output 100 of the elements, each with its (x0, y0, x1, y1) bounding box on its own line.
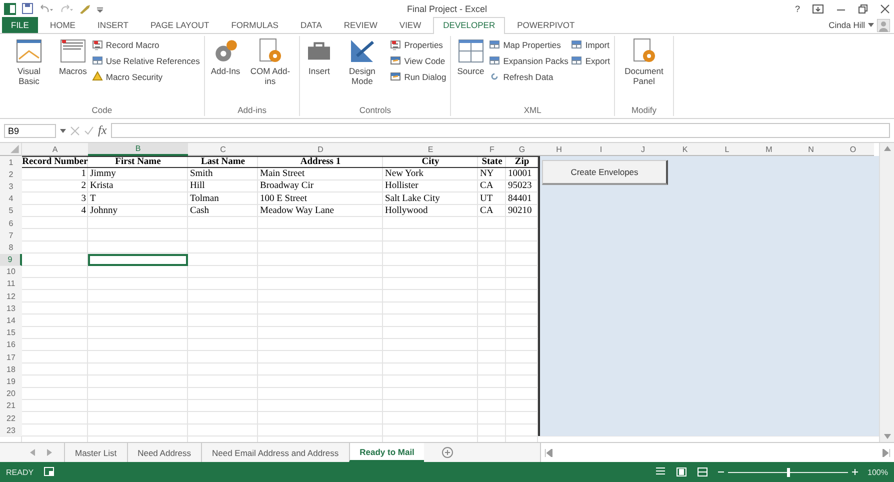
status-text: READY (6, 468, 34, 476)
ribbon-button[interactable]: Record Macro (92, 39, 200, 50)
zoom-level[interactable]: 100% (868, 468, 888, 476)
row-header[interactable]: 1 (0, 156, 22, 168)
ribbon-button[interactable]: Import (571, 39, 610, 50)
ribbon-button[interactable]: Document Panel (618, 36, 669, 105)
dropdown-caret-icon[interactable] (60, 128, 66, 132)
row-header[interactable]: 18 (0, 363, 22, 376)
ribbon-button[interactable]: Insert (304, 36, 334, 105)
help-button[interactable]: ? (794, 4, 800, 14)
scroll-right-icon[interactable] (882, 448, 890, 456)
ribbon-tab[interactable]: REVIEW (334, 17, 388, 33)
name-box[interactable]: B9 (4, 124, 56, 138)
column-header[interactable]: C (188, 143, 258, 156)
column-header[interactable]: F (478, 143, 506, 156)
row-header[interactable]: 15 (0, 326, 22, 339)
ribbon-button[interactable]: Use Relative References (92, 55, 200, 66)
column-header[interactable]: E (383, 143, 478, 156)
column-header[interactable]: D (258, 143, 383, 156)
row-header[interactable]: 6 (0, 216, 22, 230)
ribbon-tab[interactable]: VIEW (389, 17, 432, 33)
brush-icon[interactable] (79, 4, 91, 14)
row-header[interactable]: 16 (0, 338, 22, 351)
scroll-up-icon[interactable] (884, 146, 890, 151)
check-icon[interactable] (84, 126, 94, 136)
row-header[interactable]: 21 (0, 400, 22, 412)
selected-cell[interactable] (88, 254, 188, 266)
ribbon-tab[interactable]: DEVELOPER (433, 17, 506, 34)
ribbon-button[interactable]: Macro Security (92, 71, 200, 82)
ribbon-tab[interactable]: INSERT (87, 17, 138, 33)
ribbon-tab[interactable]: FILE (2, 17, 38, 33)
insert-function-button[interactable]: fx (98, 123, 107, 138)
ribbon-button[interactable]: COM Add-ins (245, 36, 296, 105)
row-header[interactable]: 9 (0, 254, 22, 266)
ribbon-button[interactable]: Source (455, 36, 486, 105)
ribbon-button[interactable]: Design Mode (337, 36, 388, 105)
row-header[interactable]: 5 (0, 204, 22, 217)
ribbon-button[interactable]: Add-Ins (208, 36, 242, 105)
row-header[interactable]: 22 (0, 412, 22, 424)
ribbon-button[interactable]: Map Properties (489, 39, 568, 50)
column-header[interactable]: N (790, 143, 832, 156)
row-header[interactable]: 10 (0, 266, 22, 278)
column-header[interactable]: H (538, 143, 580, 156)
zoom-in-icon[interactable] (852, 469, 858, 475)
ribbon-button[interactable]: Refresh Data (489, 71, 568, 82)
page-break-view-icon[interactable] (696, 467, 708, 477)
ribbon-button[interactable]: Expansion Packs (489, 55, 568, 66)
ribbon-button[interactable]: Properties (390, 39, 446, 50)
column-header[interactable]: J (622, 143, 664, 156)
ribbon-tab[interactable]: POWERPIVOT (507, 17, 585, 33)
row-header[interactable]: 12 (0, 290, 22, 302)
ribbon-tab[interactable]: HOME (40, 17, 86, 33)
create-envelopes-button[interactable]: Create Envelopes (542, 160, 668, 185)
row-header[interactable]: 23 (0, 424, 22, 436)
table-cell-text: 84401 (507, 192, 533, 205)
column-header[interactable]: M (748, 143, 790, 156)
save-icon[interactable] (22, 3, 33, 14)
ribbon-button[interactable]: Export (571, 55, 610, 66)
sheet-tab[interactable]: Ready to Mail (348, 443, 424, 462)
ribbon-button[interactable]: Visual Basic (4, 36, 54, 105)
account-name[interactable]: Cinda Hill (828, 20, 865, 30)
undo-icon[interactable] (39, 4, 53, 14)
caret-icon[interactable] (868, 23, 874, 27)
column-header[interactable]: G (506, 143, 538, 156)
zoom-out-icon[interactable] (718, 469, 724, 475)
ribbon-button[interactable]: Macros (57, 36, 89, 105)
slider-thumb[interactable] (786, 468, 790, 476)
scroll-down-icon[interactable] (884, 434, 890, 439)
page-layout-view-icon[interactable] (676, 467, 687, 477)
restore-icon[interactable] (858, 4, 868, 14)
ribbon-button[interactable]: Run Dialog (390, 71, 446, 82)
column-header[interactable]: A (22, 143, 88, 156)
row-header[interactable]: 19 (0, 375, 22, 388)
macro-record-icon[interactable] (44, 467, 55, 477)
row-header[interactable]: 20 (0, 388, 22, 400)
column-header[interactable]: O (832, 143, 874, 156)
row-header[interactable]: 7 (0, 229, 22, 242)
ribbon-display-icon[interactable] (812, 4, 824, 14)
column-header[interactable]: L (706, 143, 748, 156)
row-header[interactable]: 14 (0, 314, 22, 327)
ribbon-tab[interactable]: DATA (290, 17, 332, 33)
ribbon-tab[interactable]: PAGE LAYOUT (140, 17, 220, 33)
scroll-left-icon[interactable] (545, 448, 553, 456)
row-header[interactable]: 8 (0, 241, 22, 254)
row-header[interactable]: 11 (0, 278, 22, 290)
row-header[interactable]: 3 (0, 180, 22, 193)
ribbon-button[interactable]: View Code (390, 55, 446, 66)
add-sheet-icon[interactable] (442, 447, 454, 458)
row-header[interactable]: 4 (0, 192, 22, 205)
row-header[interactable]: 2 (0, 168, 22, 180)
formula-input[interactable] (110, 123, 890, 138)
normal-view-icon[interactable] (654, 467, 666, 477)
row-header[interactable]: 17 (0, 351, 22, 364)
window-title: Final Project - Excel (406, 4, 488, 14)
column-header[interactable]: B (88, 143, 188, 156)
close-icon[interactable] (880, 4, 890, 14)
ribbon-tab[interactable]: FORMULAS (221, 17, 288, 33)
row-header[interactable]: 13 (0, 302, 22, 314)
column-header[interactable]: K (664, 143, 706, 156)
column-header[interactable]: I (580, 143, 622, 156)
